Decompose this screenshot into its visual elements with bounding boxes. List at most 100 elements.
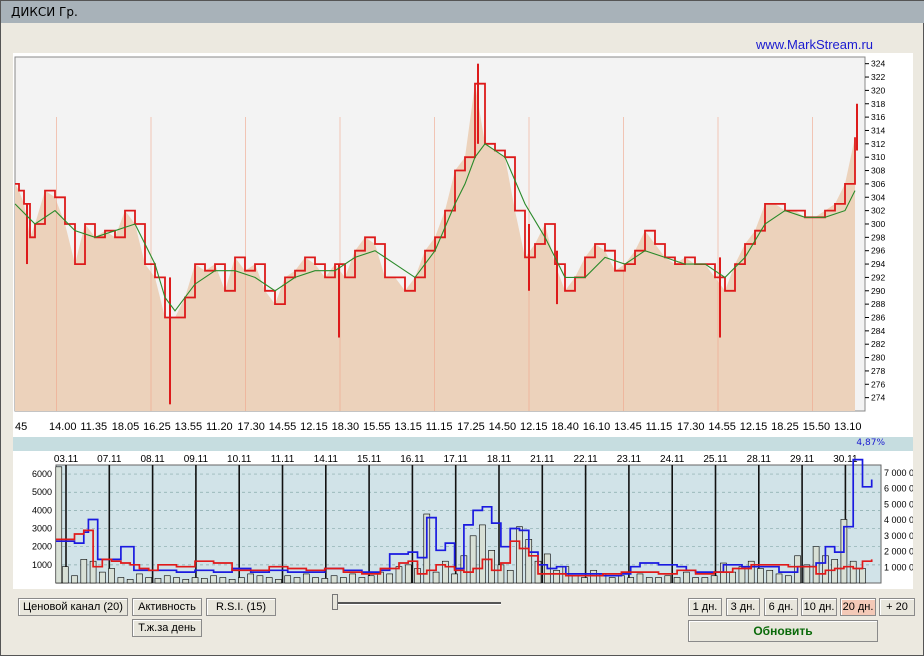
range-slider-thumb[interactable] bbox=[332, 594, 338, 610]
date-label: 21.11 bbox=[530, 454, 555, 465]
volume-bar bbox=[608, 577, 616, 584]
y-tick-label: 292 bbox=[871, 272, 885, 282]
window-title: ДИКСИ Гр. bbox=[11, 5, 78, 19]
date-label: 23.11 bbox=[617, 454, 642, 465]
volume-bar bbox=[349, 573, 356, 584]
watermark-link[interactable]: www.MarkStream.ru bbox=[756, 37, 873, 52]
volume-bar bbox=[126, 579, 134, 584]
x-tick-label: 14.55 bbox=[269, 421, 297, 433]
volume-bar bbox=[701, 577, 709, 584]
volume-bar bbox=[238, 577, 245, 584]
volume-bar bbox=[506, 569, 514, 584]
date-label: 07.11 bbox=[97, 454, 122, 465]
date-label: 24.11 bbox=[660, 454, 685, 465]
x-tick-label: 14.55 bbox=[708, 421, 736, 433]
volume-bar bbox=[99, 571, 106, 584]
range-button-10d[interactable]: 10 дн. bbox=[801, 598, 837, 616]
volume-bar bbox=[55, 466, 63, 584]
volume-bar bbox=[627, 577, 635, 584]
y-tick-label: 324 bbox=[871, 59, 885, 69]
activity-button[interactable]: Активность bbox=[132, 598, 202, 616]
y-tick-label: 306 bbox=[871, 179, 885, 189]
refresh-button[interactable]: Обновить bbox=[688, 620, 878, 642]
left-axis-label: 2000 bbox=[32, 542, 52, 552]
x-tick-label: 15.55 bbox=[363, 421, 391, 433]
range-button-20d[interactable]: 20 дн. bbox=[840, 598, 876, 616]
y-tick-label: 316 bbox=[871, 112, 885, 122]
right-axis-label: 4 000 00 bbox=[884, 515, 913, 525]
date-label: 11.11 bbox=[271, 454, 295, 465]
y-tick-label: 284 bbox=[871, 326, 885, 336]
volume-bar bbox=[367, 575, 375, 584]
volume-bar bbox=[340, 577, 347, 584]
date-label: 03.11 bbox=[54, 454, 79, 465]
rsi-button[interactable]: R.S.I. (15) bbox=[206, 598, 276, 616]
volume-bar bbox=[71, 575, 78, 584]
x-tick-label: 17.25 bbox=[457, 421, 485, 433]
range-button-3d[interactable]: 3 дн. bbox=[726, 598, 760, 616]
volume-bar bbox=[321, 578, 329, 584]
volume-bar bbox=[219, 577, 227, 584]
volume-bar bbox=[785, 575, 792, 584]
volume-bar bbox=[330, 575, 338, 584]
title-bar: ДИКСИ Гр. bbox=[9, 3, 919, 21]
x-tick-label: 11.20 bbox=[206, 421, 233, 433]
volume-bar bbox=[386, 573, 394, 584]
volume-bar bbox=[516, 526, 523, 584]
volume-bar bbox=[191, 577, 199, 584]
range-slider-track[interactable] bbox=[335, 602, 501, 605]
volume-bar bbox=[571, 575, 579, 584]
volume-bar bbox=[683, 571, 690, 584]
y-tick-label: 308 bbox=[871, 166, 885, 176]
x-tick-label: 12.15 bbox=[740, 421, 768, 433]
app-window: ДИКСИ Гр. www.MarkStream.ru 274 276 278 280… bbox=[0, 0, 924, 656]
volume-bar bbox=[247, 573, 254, 584]
date-label: 18.11 bbox=[487, 454, 512, 465]
x-tick-label: 13.45 bbox=[614, 421, 642, 433]
x-tick-label: 45 bbox=[15, 421, 27, 433]
volume-bar bbox=[265, 577, 273, 584]
y-tick-label: 296 bbox=[871, 246, 885, 256]
trades-per-day-button[interactable]: Т.ж.за день bbox=[132, 619, 202, 637]
volume-bar bbox=[710, 575, 718, 584]
date-label: 17.11 bbox=[444, 454, 469, 465]
volume-bar bbox=[849, 560, 857, 584]
x-tick-label: 11.15 bbox=[426, 421, 453, 433]
y-tick-label: 314 bbox=[871, 125, 885, 135]
y-tick-label: 278 bbox=[871, 366, 885, 376]
percent-label: 4,87% bbox=[856, 438, 885, 448]
y-tick-label: 322 bbox=[871, 72, 885, 82]
x-tick-label: 14.50 bbox=[489, 421, 517, 433]
volume-bar bbox=[831, 559, 838, 584]
volume-bar bbox=[256, 575, 264, 584]
volume-bar bbox=[284, 575, 292, 584]
volume-bar bbox=[432, 571, 440, 584]
range-button-plus20[interactable]: + 20 bbox=[879, 598, 915, 616]
volume-bar bbox=[581, 577, 588, 584]
y-tick-label: 288 bbox=[871, 299, 885, 309]
x-tick-label: 18.05 bbox=[112, 421, 140, 433]
volume-bar bbox=[803, 564, 811, 584]
price-channel-button[interactable]: Ценовой канал (20) bbox=[18, 598, 128, 616]
volume-bar bbox=[312, 577, 319, 584]
range-button-1d[interactable]: 1 дн. bbox=[688, 598, 722, 616]
right-axis-label: 3 000 00 bbox=[884, 531, 913, 541]
volume-bar bbox=[479, 524, 486, 584]
x-tick-label: 13.15 bbox=[394, 421, 422, 433]
y-tick-label: 280 bbox=[871, 353, 885, 363]
y-tick-label: 312 bbox=[871, 139, 885, 149]
y-tick-label: 290 bbox=[871, 286, 885, 296]
left-axis-label: 3000 bbox=[32, 524, 52, 534]
range-button-6d[interactable]: 6 дн. bbox=[764, 598, 798, 616]
volume-bar bbox=[775, 573, 783, 584]
volume-bar bbox=[210, 575, 217, 584]
x-tick-label: 18.25 bbox=[771, 421, 799, 433]
left-axis-label: 5000 bbox=[32, 487, 52, 497]
volume-bar bbox=[729, 571, 736, 584]
right-axis-label: 2 000 00 bbox=[884, 547, 913, 557]
x-tick-label: 15.50 bbox=[803, 421, 831, 433]
y-tick-label: 274 bbox=[871, 393, 885, 403]
x-tick-label: 16.10 bbox=[583, 421, 611, 433]
volume-bar bbox=[228, 579, 236, 584]
right-axis-label: 7 000 00 bbox=[884, 468, 913, 478]
